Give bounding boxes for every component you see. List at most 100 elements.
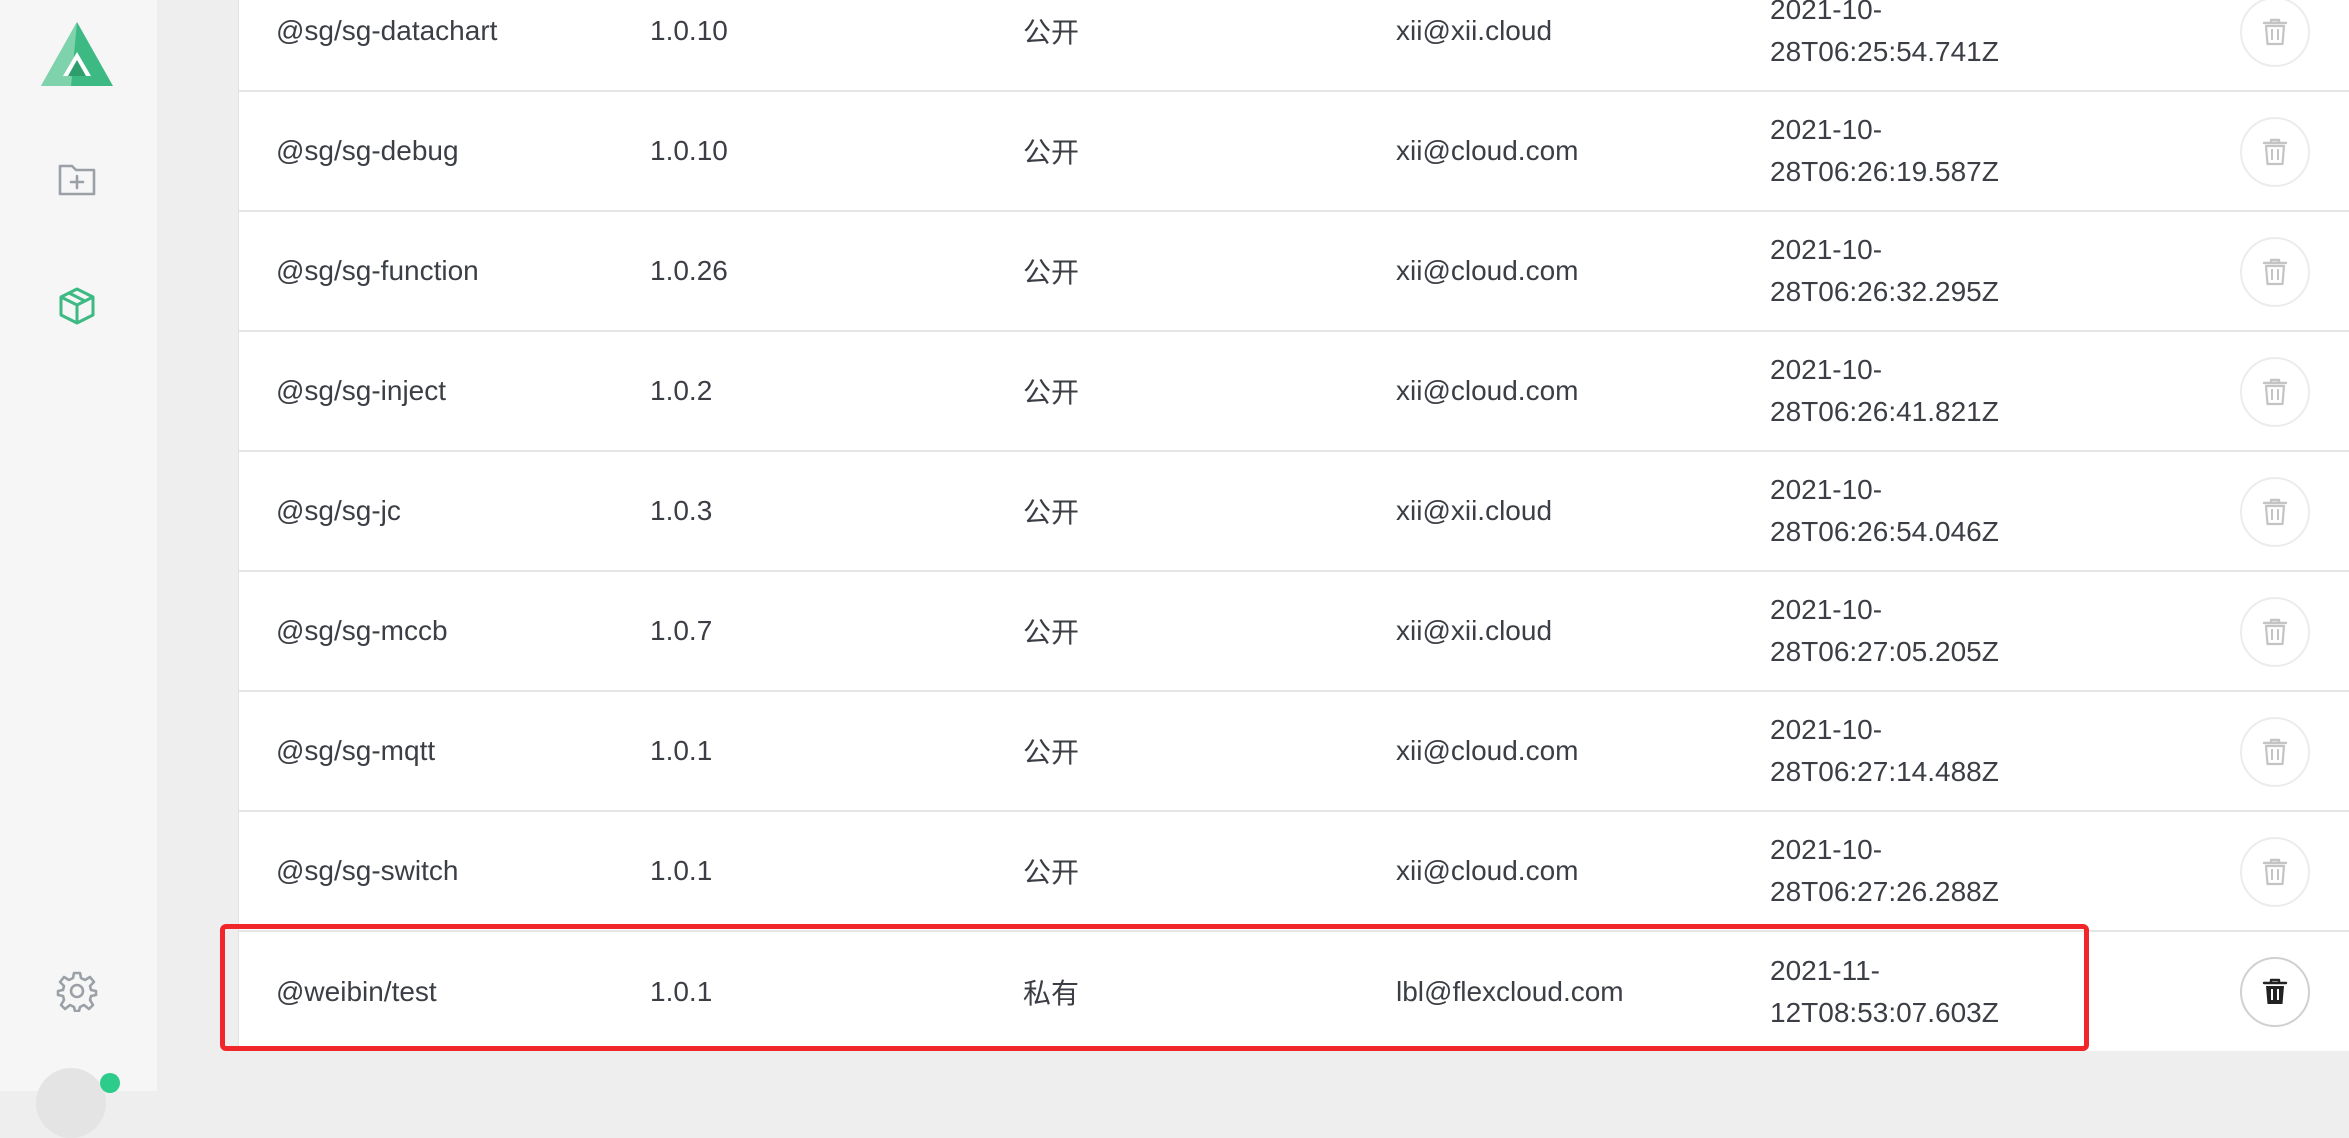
publish-time-date: 2021-10- <box>1770 234 1883 265</box>
nav-packages[interactable] <box>56 285 98 327</box>
table-row[interactable]: @sg/sg-jc 1.0.3 公开 xii@xii.cloud 2021-10- 28T… <box>239 452 2349 572</box>
package-version: 1.0.10 <box>650 15 728 46</box>
delete-button[interactable] <box>2240 237 2310 307</box>
package-name: @sg/sg-debug <box>276 135 459 166</box>
publisher-email: xii@xii.cloud <box>1396 495 1553 526</box>
package-name: @sg/sg-inject <box>276 375 447 406</box>
publish-time-clock: 28T06:26:41.821Z <box>1770 396 1999 427</box>
publisher-email: xii@cloud.com <box>1396 855 1579 886</box>
table-row[interactable]: @weibin/test 1.0.1 私有 lbl@flexcloud.com 2021… <box>239 932 2349 1051</box>
publish-time-clock: 28T06:27:26.288Z <box>1770 876 1999 907</box>
publish-time: 2021-10- 28T06:25:54.741Z <box>1770 0 2030 90</box>
trash-icon <box>2262 138 2288 166</box>
trash-icon <box>2262 618 2288 646</box>
package-access: 公开 <box>1023 377 1080 408</box>
package-version: 1.0.3 <box>650 495 713 526</box>
publish-time: 2021-10- 28T06:27:26.288Z <box>1770 812 2030 930</box>
publish-time-clock: 28T06:26:54.046Z <box>1770 516 1999 547</box>
publish-time-date: 2021-10- <box>1770 354 1883 385</box>
publisher-email: xii@cloud.com <box>1396 255 1579 286</box>
table-row[interactable]: @sg/sg-mqtt 1.0.1 公开 xii@cloud.com 2021-10- 2… <box>239 692 2349 812</box>
package-version: 1.0.1 <box>650 735 713 766</box>
package-access: 公开 <box>1023 17 1080 48</box>
delete-button[interactable] <box>2240 837 2310 907</box>
publish-time-date: 2021-10- <box>1770 114 1883 145</box>
publisher-email: xii@cloud.com <box>1396 135 1579 166</box>
package-name: @sg/sg-datachart <box>276 15 498 46</box>
delete-button[interactable] <box>2240 717 2310 787</box>
publish-time: 2021-10- 28T06:27:05.205Z <box>1770 572 2030 690</box>
table-row[interactable]: @sg/sg-switch 1.0.1 公开 xii@cloud.com 2021-10… <box>239 812 2349 932</box>
publish-time: 2021-10- 28T06:27:14.488Z <box>1770 692 2030 810</box>
publish-time-date: 2021-10- <box>1770 474 1883 505</box>
gear-icon <box>56 971 98 1012</box>
table-row[interactable]: @sg/sg-inject 1.0.2 公开 xii@cloud.com 2021-10… <box>239 332 2349 452</box>
publisher-email: lbl@flexcloud.com <box>1396 975 1624 1007</box>
trash-icon <box>2262 18 2288 46</box>
trash-icon <box>2262 858 2288 886</box>
package-access: 公开 <box>1023 137 1080 168</box>
package-access: 公开 <box>1023 617 1080 648</box>
folder-plus-icon <box>58 164 96 196</box>
avatar[interactable] <box>36 1068 106 1138</box>
package-cube-icon <box>59 287 95 325</box>
package-name: @sg/sg-jc <box>276 495 401 526</box>
app-logo[interactable] <box>41 22 113 86</box>
package-name: @sg/sg-mccb <box>276 615 448 646</box>
package-version: 1.0.2 <box>650 375 713 406</box>
nav-new-folder[interactable] <box>56 158 98 200</box>
delete-button[interactable] <box>2240 477 2310 547</box>
trash-icon <box>2262 258 2288 286</box>
delete-button[interactable] <box>2240 357 2310 427</box>
package-version: 1.0.26 <box>650 255 728 286</box>
publish-time-date: 2021-11- <box>1770 954 1881 986</box>
package-name: @sg/sg-function <box>276 255 479 286</box>
package-name: @weibin/test <box>276 975 437 1007</box>
table-row[interactable]: @sg/sg-debug 1.0.10 公开 xii@cloud.com 2021-10… <box>239 92 2349 212</box>
delete-button[interactable] <box>2240 597 2310 667</box>
publish-time-clock: 28T06:26:19.587Z <box>1770 156 1999 187</box>
publish-time-date: 2021-10- <box>1770 834 1883 865</box>
publish-time-date: 2021-10- <box>1770 714 1883 745</box>
package-access: 公开 <box>1023 737 1080 768</box>
publish-time: 2021-10- 28T06:26:32.295Z <box>1770 212 2030 330</box>
delete-button[interactable] <box>2240 957 2310 1027</box>
trash-icon <box>2262 498 2288 526</box>
trash-icon <box>2262 738 2288 766</box>
publisher-email: xii@cloud.com <box>1396 735 1579 766</box>
package-name: @sg/sg-mqtt <box>276 735 436 766</box>
publish-time-date: 2021-10- <box>1770 0 1883 25</box>
sidebar <box>0 0 157 1138</box>
nav-settings[interactable] <box>56 970 98 1012</box>
package-version: 1.0.1 <box>650 975 713 1007</box>
trash-icon <box>2262 978 2288 1004</box>
publisher-email: xii@cloud.com <box>1396 375 1579 406</box>
package-access: 公开 <box>1023 857 1080 888</box>
publisher-email: xii@xii.cloud <box>1396 15 1553 46</box>
publish-time-clock: 12T08:53:07.603Z <box>1770 996 1999 1028</box>
publisher-email: xii@xii.cloud <box>1396 615 1553 646</box>
online-status-indicator <box>100 1073 120 1093</box>
package-access: 私有 <box>1023 977 1080 1009</box>
table-row[interactable]: @sg/sg-datachart 1.0.10 公开 xii@xii.cloud 202… <box>239 0 2349 92</box>
table-row[interactable]: @sg/sg-mccb 1.0.7 公开 xii@xii.cloud 2021-10- 2… <box>239 572 2349 692</box>
publish-time-clock: 28T06:27:14.488Z <box>1770 756 1999 787</box>
publish-time: 2021-10- 28T06:26:19.587Z <box>1770 92 2030 210</box>
publish-time: 2021-11- 12T08:53:07.603Z <box>1770 932 2030 1051</box>
delete-button[interactable] <box>2240 117 2310 187</box>
package-version: 1.0.10 <box>650 135 728 166</box>
publish-time-date: 2021-10- <box>1770 594 1883 625</box>
publish-time-clock: 28T06:26:32.295Z <box>1770 276 1999 307</box>
package-access: 公开 <box>1023 257 1080 288</box>
package-version: 1.0.7 <box>650 615 713 646</box>
publish-time-clock: 28T06:27:05.205Z <box>1770 636 1999 667</box>
trash-icon <box>2262 378 2288 406</box>
publish-time-clock: 28T06:25:54.741Z <box>1770 36 1999 67</box>
package-table: @sg/sg-datachart 1.0.10 公开 xii@xii.cloud 202… <box>238 0 2349 1051</box>
delete-button[interactable] <box>2240 0 2310 67</box>
package-version: 1.0.1 <box>650 855 713 886</box>
package-name: @sg/sg-switch <box>276 855 459 886</box>
table-row[interactable]: @sg/sg-function 1.0.26 公开 xii@cloud.com 2021… <box>239 212 2349 332</box>
publish-time: 2021-10- 28T06:26:41.821Z <box>1770 332 2030 450</box>
package-access: 公开 <box>1023 497 1080 528</box>
